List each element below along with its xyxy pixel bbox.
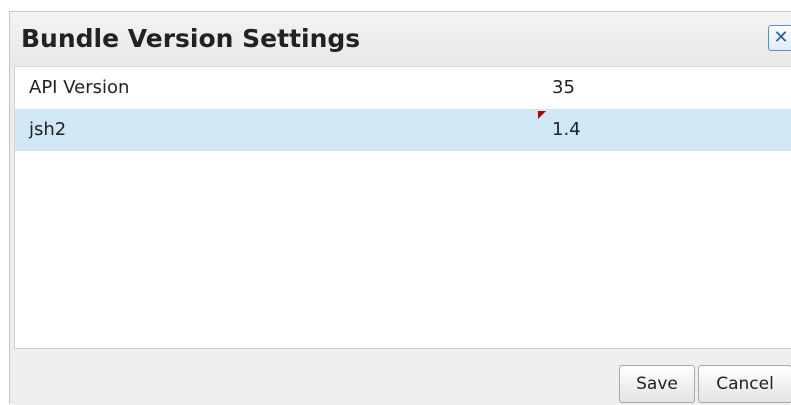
dialog-title: Bundle Version Settings [21, 24, 361, 53]
bundle-version-settings-dialog: Bundle Version Settings ✕ API Version 35… [9, 11, 791, 405]
grid-row-jsh2[interactable]: jsh2 1.4 [15, 109, 791, 151]
close-icon[interactable]: ✕ [768, 25, 791, 51]
row-key: API Version [29, 77, 130, 98]
modified-marker-icon [538, 111, 546, 119]
grid-row-api-version[interactable]: API Version 35 [15, 67, 791, 109]
dialog-titlebar: Bundle Version Settings ✕ [10, 12, 791, 66]
row-value[interactable]: 1.4 [552, 119, 581, 140]
dialog-footer: Save Cancel [14, 348, 791, 405]
save-button[interactable]: Save [619, 365, 695, 403]
row-key: jsh2 [29, 119, 67, 140]
cancel-button[interactable]: Cancel [698, 365, 791, 403]
row-value[interactable]: 35 [552, 77, 575, 98]
settings-grid: API Version 35 jsh2 1.4 [14, 66, 791, 348]
